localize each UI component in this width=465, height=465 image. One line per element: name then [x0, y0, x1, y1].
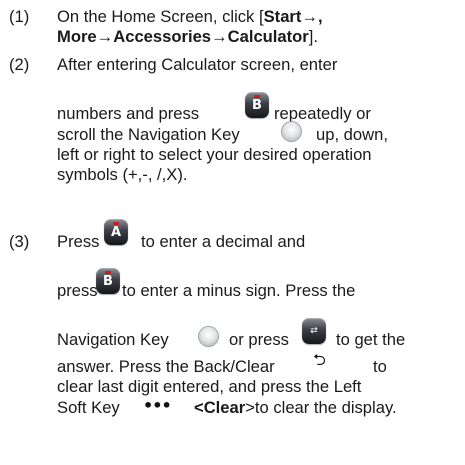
b-key-letter: B: [103, 274, 113, 289]
b-key-letter: B: [252, 98, 262, 113]
step-3-line-5: clear last digit entered, and press the …: [57, 377, 362, 396]
step-3-line-2b: to enter a minus sign. Press the: [122, 281, 356, 300]
step-2-line-5: symbols (+,-, /,X).: [57, 165, 188, 184]
step-3-line-1b: to enter a decimal and: [141, 232, 306, 251]
step-3-line-1a: Press: [57, 232, 100, 251]
step-2-line-1: After entering Calculator screen, enter: [57, 55, 338, 74]
step-1-menu-path: More→Accessories→Calculator: [57, 27, 309, 46]
step-3-line-6c: >to clear the display.: [245, 398, 397, 417]
step-1-line-2: More→Accessories→Calculator].: [57, 27, 318, 47]
step-3-line-3a: Navigation Key: [57, 330, 169, 349]
send-key-icon: ⇄: [302, 318, 326, 344]
step-1-menu-start: Start→,: [263, 7, 323, 26]
step-1-text: On the Home Screen, click [: [57, 7, 264, 26]
step-2-line-3a: scroll the Navigation Key: [57, 125, 240, 144]
clear-label: <Clear: [194, 398, 246, 417]
instructions-page: (1) On the Home Screen, click [Start→, M…: [0, 0, 465, 465]
step-3-line-2a: press: [57, 281, 98, 300]
step-3-line-4b: to: [373, 357, 387, 376]
step-3-line-4a: answer. Press the Back/Clear: [57, 357, 275, 376]
back-clear-icon: ⮌: [313, 350, 326, 369]
step-1-close: ].: [308, 27, 319, 46]
b-key-icon: B: [245, 92, 269, 118]
step-2-line-2b: repeatedly or: [274, 104, 371, 123]
step-2-line-3b: up, down,: [316, 125, 388, 144]
soft-key-icon: •••: [143, 396, 172, 415]
navigation-key-icon: [282, 122, 301, 141]
b-key-icon: B: [96, 268, 120, 294]
step-3-line-6a: Soft Key: [57, 398, 120, 417]
step-3-line-3c: to get the: [336, 330, 406, 349]
step-2-line-2a: numbers and press: [57, 104, 200, 123]
step-3-number: (3): [9, 232, 30, 251]
send-key-symbol: ⇄: [310, 326, 318, 336]
navigation-key-icon: [199, 327, 218, 346]
a-key-icon: A: [104, 219, 128, 245]
step-2-line-4: left or right to select your desired ope…: [57, 145, 372, 164]
step-1-number: (1): [9, 7, 30, 26]
step-1-line-1: On the Home Screen, click [Start→,: [57, 7, 323, 27]
a-key-letter: A: [110, 225, 122, 240]
step-3-line-6b: <Clear>to clear the display.: [194, 398, 397, 418]
step-2-number: (2): [9, 55, 30, 74]
step-3-line-3b: or press: [229, 330, 289, 349]
